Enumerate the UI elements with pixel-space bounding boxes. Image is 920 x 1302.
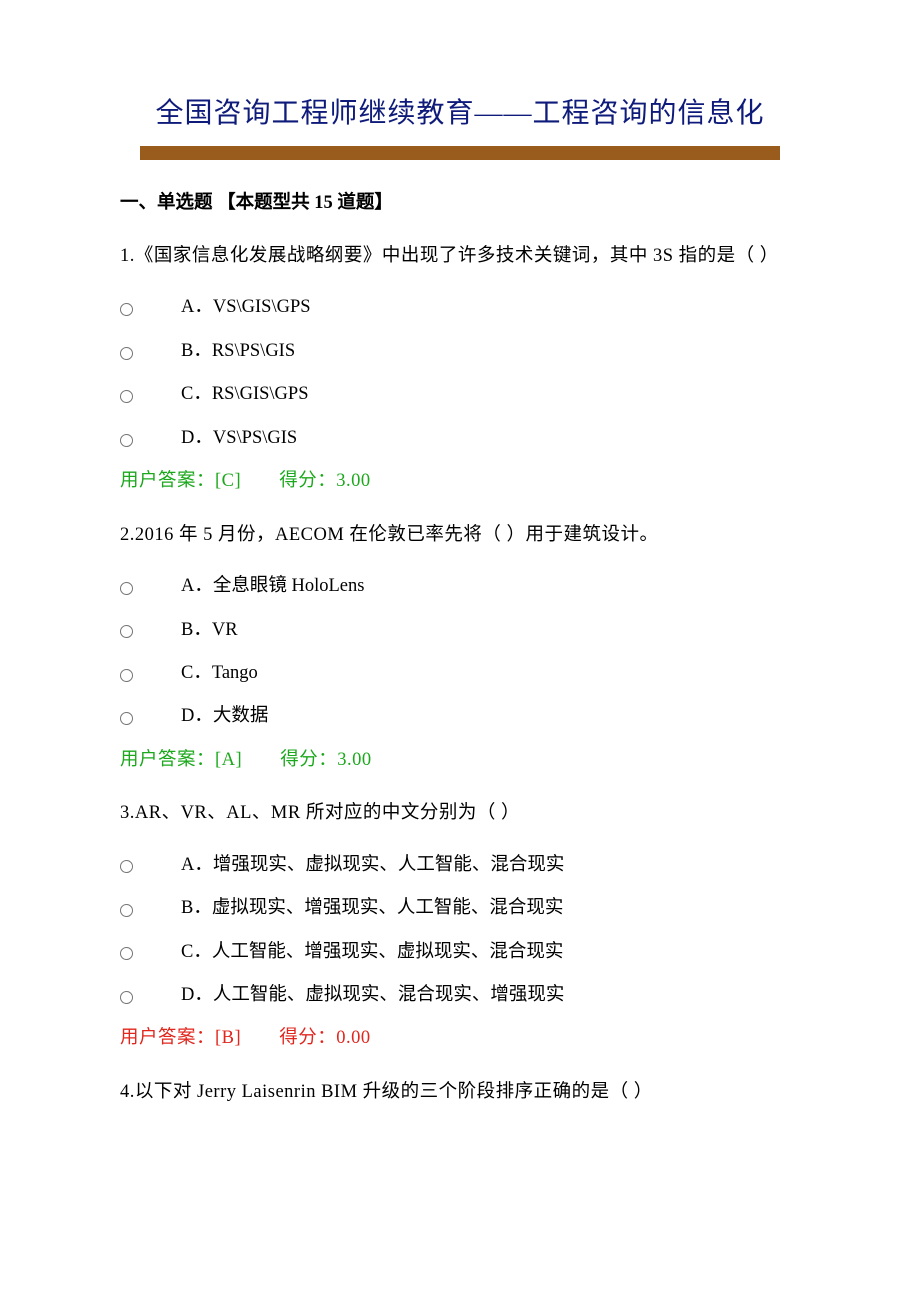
option-group: A．全息眼镜 HoloLens B．VR C．Tango D．大数据: [120, 571, 800, 733]
option[interactable]: A．增强现实、虚拟现实、人工智能、混合现实: [120, 850, 800, 881]
radio[interactable]: [120, 303, 133, 316]
radio[interactable]: [120, 669, 133, 682]
radio[interactable]: [120, 582, 133, 595]
option-label: D．VS\PS\GIS: [181, 423, 297, 454]
radio[interactable]: [120, 434, 133, 447]
page: 全国咨询工程师继续教育——工程咨询的信息化 一、单选题 【本题型共 15 道题】…: [0, 0, 920, 1302]
option-label: C．RS\GIS\GPS: [181, 379, 309, 410]
radio[interactable]: [120, 625, 133, 638]
option[interactable]: D．人工智能、虚拟现实、混合现实、增强现实: [120, 980, 800, 1011]
answer-line: 用户答案：[A] 得分：3.00: [120, 745, 800, 776]
option-label: A．增强现实、虚拟现实、人工智能、混合现实: [181, 850, 564, 881]
option[interactable]: C．Tango: [120, 658, 800, 689]
option[interactable]: C．RS\GIS\GPS: [120, 379, 800, 410]
option-label: C．人工智能、增强现实、虚拟现实、混合现实: [181, 937, 563, 968]
question-stem: 4.以下对 Jerry Laisenrin BIM 升级的三个阶段排序正确的是（…: [120, 1077, 800, 1108]
answer-line: 用户答案：[C] 得分：3.00: [120, 466, 800, 497]
answer-line: 用户答案：[B] 得分：0.00: [120, 1023, 800, 1054]
option[interactable]: A．VS\GIS\GPS: [120, 292, 800, 323]
score-label: 得分：: [279, 471, 336, 491]
option-label: B．VR: [181, 615, 238, 646]
page-title: 全国咨询工程师继续教育——工程咨询的信息化: [120, 90, 800, 138]
option[interactable]: C．人工智能、增强现实、虚拟现实、混合现实: [120, 937, 800, 968]
question-stem: 3.AR、VR、AL、MR 所对应的中文分别为（ ）: [120, 798, 800, 829]
question-stem: 1.《国家信息化发展战略纲要》中出现了许多技术关键词，其中 3S 指的是（ ）: [120, 241, 800, 272]
option-label: D．人工智能、虚拟现实、混合现实、增强现实: [181, 980, 564, 1011]
question-number: 4.: [120, 1082, 135, 1102]
radio[interactable]: [120, 991, 133, 1004]
option-group: A．VS\GIS\GPS B．RS\PS\GIS C．RS\GIS\GPS D．…: [120, 292, 800, 454]
score-value: 0.00: [336, 1028, 370, 1048]
option[interactable]: D．VS\PS\GIS: [120, 423, 800, 454]
radio[interactable]: [120, 904, 133, 917]
answer-value: [B]: [215, 1028, 241, 1048]
answer-value: [A]: [215, 750, 242, 770]
section-header: 一、单选题 【本题型共 15 道题】: [120, 188, 800, 219]
answer-label: 用户答案：: [120, 471, 215, 491]
answer-label: 用户答案：: [120, 1028, 215, 1048]
score-value: 3.00: [336, 471, 370, 491]
option-label: C．Tango: [181, 658, 258, 689]
question-number: 2.: [120, 525, 135, 545]
option[interactable]: D．大数据: [120, 701, 800, 732]
option-label: B．RS\PS\GIS: [181, 336, 295, 367]
radio[interactable]: [120, 347, 133, 360]
radio[interactable]: [120, 390, 133, 403]
radio[interactable]: [120, 860, 133, 873]
question-number: 1.: [120, 246, 135, 266]
radio[interactable]: [120, 712, 133, 725]
title-underline: [140, 146, 780, 160]
option-group: A．增强现实、虚拟现实、人工智能、混合现实 B．虚拟现实、增强现实、人工智能、混…: [120, 850, 800, 1012]
score-label: 得分：: [280, 750, 337, 770]
answer-label: 用户答案：: [120, 750, 215, 770]
question-number: 3.: [120, 803, 135, 823]
option-label: A．全息眼镜 HoloLens: [181, 571, 364, 602]
option[interactable]: A．全息眼镜 HoloLens: [120, 571, 800, 602]
score-value: 3.00: [337, 750, 371, 770]
option[interactable]: B．VR: [120, 615, 800, 646]
option[interactable]: B．虚拟现实、增强现实、人工智能、混合现实: [120, 893, 800, 924]
question-stem: 2.2016 年 5 月份，AECOM 在伦敦已率先将（ ）用于建筑设计。: [120, 520, 800, 551]
radio[interactable]: [120, 947, 133, 960]
answer-value: [C]: [215, 471, 241, 491]
option-label: B．虚拟现实、增强现实、人工智能、混合现实: [181, 893, 563, 924]
option-label: D．大数据: [181, 701, 268, 732]
score-label: 得分：: [279, 1028, 336, 1048]
option[interactable]: B．RS\PS\GIS: [120, 336, 800, 367]
option-label: A．VS\GIS\GPS: [181, 292, 311, 323]
